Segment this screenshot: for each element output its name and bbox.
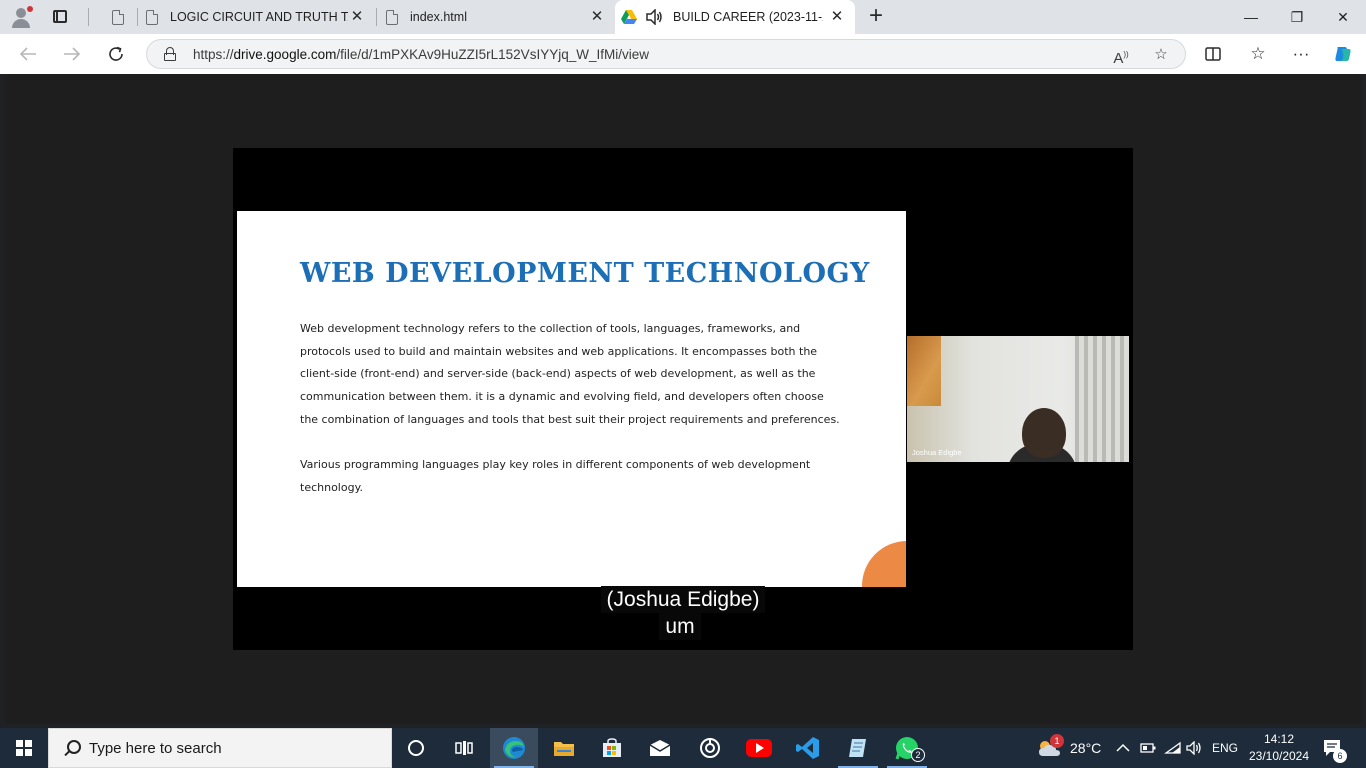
profile-icon[interactable] [10,6,33,28]
whatsapp-icon[interactable]: 2 [883,728,931,768]
participant-name: Joshua Edigbe [912,448,962,457]
tab-logic-circuit[interactable]: LOGIC CIRCUIT AND TRUTH TABL ✕ [140,0,375,34]
browser-toolbar: https://drive.google.com/file/d/1mPXKAv9… [0,34,1366,74]
file-icon [146,9,158,25]
chevron-up-icon [1116,743,1130,752]
refresh-button[interactable] [104,42,128,66]
weather-widget[interactable]: 1 28°C [1036,728,1101,768]
read-aloud-icon[interactable]: A)) [1111,45,1131,67]
tab-separator [376,8,377,26]
notepad-icon[interactable] [834,728,882,768]
language-indicator[interactable]: ENG [1212,728,1238,768]
tab-title: index.html [410,10,467,24]
search-icon [61,739,81,759]
notifications-button[interactable]: 6 [1322,728,1347,768]
microsoft-store-icon[interactable] [588,728,636,768]
back-arrow-icon [19,47,36,61]
vscode-icon[interactable] [784,728,832,768]
decorative-circle [862,541,906,587]
tab-strip: LOGIC CIRCUIT AND TRUTH TABL ✕ index.htm… [0,0,1366,34]
refresh-icon [109,46,123,61]
tab-separator [137,8,138,26]
weather-badge: 1 [1050,734,1064,748]
tab-build-career[interactable]: BUILD CAREER (2023-11-22 ✕ [615,0,855,34]
participant-video: Joshua Edigbe [907,336,1129,462]
clock[interactable]: 14:12 23/10/2024 [1248,731,1310,765]
google-drive-icon [621,10,637,24]
file-icon [386,9,398,25]
clock-date: 23/10/2024 [1248,749,1310,763]
taskbar: Type here to search 2 1 28°C ENG 14:12 2… [0,728,1366,768]
settings-icon[interactable] [686,728,734,768]
tab-title: LOGIC CIRCUIT AND TRUTH TABL [170,10,348,24]
tab-index-html[interactable]: index.html ✕ [380,0,615,34]
lock-icon[interactable] [163,47,177,61]
back-button[interactable] [16,42,40,66]
slide-paragraph: Web development technology refers to the… [300,322,840,426]
speaker-icon[interactable] [645,9,663,25]
address-bar[interactable]: https://drive.google.com/file/d/1mPXKAv9… [146,39,1186,69]
restore-button[interactable]: ❐ [1274,0,1320,34]
tab-close-icon[interactable]: ✕ [589,9,605,25]
cortana-icon[interactable] [392,728,440,768]
caption-speaker: (Joshua Edigbe) [600,586,766,613]
battery-icon[interactable] [1140,728,1156,768]
more-menu-icon[interactable]: ··· [1288,42,1314,66]
close-window-button[interactable]: ✕ [1320,0,1366,34]
presentation-slide: WEB DEVELOPMENT TECHNOLOGY Web developme… [237,211,906,587]
file-explorer-icon[interactable] [540,728,588,768]
file-icon [112,9,124,25]
windows-logo-icon [16,740,32,756]
favorite-star-icon[interactable]: ☆ [1151,45,1171,65]
caption-text: um [659,613,701,640]
slide-title: WEB DEVELOPMENT TECHNOLOGY [300,258,870,289]
volume-icon[interactable] [1186,728,1204,768]
tab-title: BUILD CAREER (2023-11-22 [673,10,823,24]
start-button[interactable] [0,728,48,768]
task-view-icon[interactable] [440,728,488,768]
tab-actions-icon[interactable] [50,6,72,28]
copilot-icon[interactable] [1330,42,1356,66]
minimize-button[interactable]: — [1228,0,1274,34]
notification-count: 6 [1333,749,1347,763]
clock-time: 14:12 [1263,732,1295,746]
tab-blank[interactable] [100,0,136,34]
mail-icon[interactable] [636,728,684,768]
tab-separator [88,8,89,26]
favorites-icon[interactable]: ☆ [1245,42,1271,66]
tab-close-icon[interactable]: ✕ [829,9,845,25]
split-screen-icon[interactable] [1200,42,1226,66]
search-placeholder: Type here to search [89,740,222,757]
taskbar-search[interactable]: Type here to search [48,728,392,768]
edge-icon[interactable] [490,728,538,768]
forward-button[interactable] [60,42,84,66]
url-host: drive.google.com [233,47,337,62]
url-path: /file/d/1mPXKAv9HuZZI5rL152VsIYYjq_W_IfM… [336,47,649,62]
youtube-icon[interactable] [735,728,783,768]
show-hidden-icons-button[interactable] [1116,728,1130,768]
new-tab-button[interactable]: + [864,4,888,29]
tab-close-icon[interactable]: ✕ [349,9,365,25]
url-text[interactable]: https://drive.google.com/file/d/1mPXKAv9… [193,47,649,62]
url-prefix: https:// [193,47,234,62]
slide-paragraph: Various programming languages play key r… [300,458,811,494]
forward-arrow-icon [64,47,81,61]
wifi-icon[interactable] [1164,728,1182,768]
whatsapp-badge: 2 [911,748,925,762]
weather-temp: 28°C [1070,740,1102,756]
